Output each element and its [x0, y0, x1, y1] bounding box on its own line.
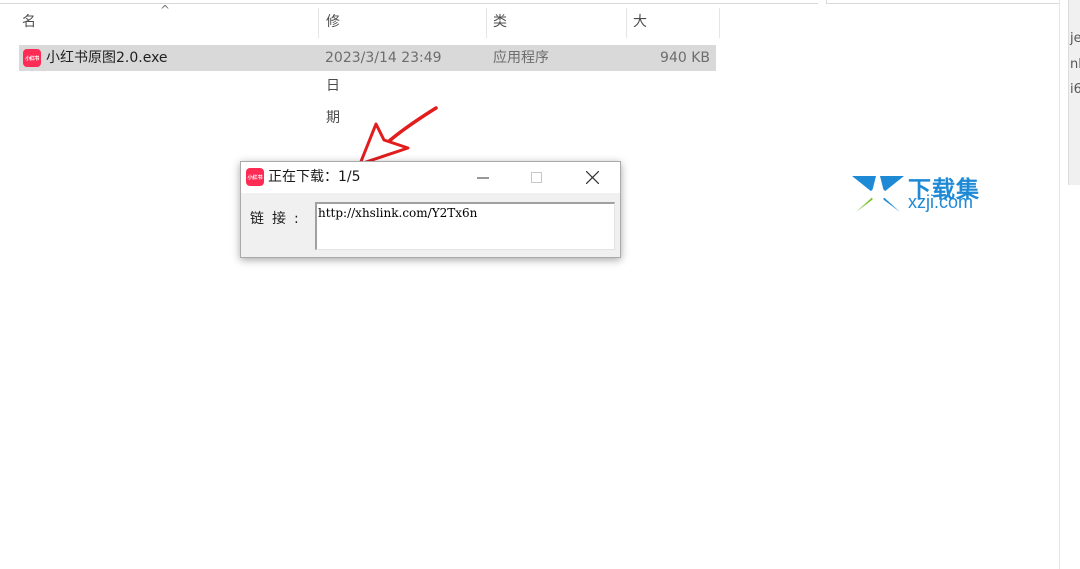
file-size: 940 KB [660, 50, 710, 66]
close-button[interactable] [569, 162, 615, 193]
sort-ascending-icon: ^ [160, 3, 171, 17]
watermark-en: xzji.com [908, 192, 974, 212]
file-row[interactable]: 小红书 小红书原图2.0.exe 2023/3/14 23:49 应用程序 94… [19, 45, 716, 71]
column-header-size[interactable]: 大小 [633, 6, 647, 62]
app-icon: 小红书 [23, 49, 41, 67]
column-header-date[interactable]: 修改日期 [326, 6, 340, 126]
close-icon [585, 171, 599, 184]
app-icon: 小红书 [246, 168, 264, 186]
pane-divider [1059, 0, 1060, 569]
link-label: 链接: [250, 211, 307, 227]
link-field[interactable]: http://xhslink.com/Y2Tx6n [315, 202, 615, 250]
xzji-logo-icon [852, 176, 904, 212]
clipped-text: je [1070, 31, 1080, 46]
column-header-name[interactable]: 名称 [22, 6, 36, 62]
maximize-button[interactable] [513, 162, 559, 193]
column-header-type[interactable]: 类型 [493, 6, 507, 62]
minimize-icon [477, 177, 489, 178]
xzji-watermark: 下载集 xzji.com [850, 170, 1000, 215]
clipped-text: nl [1070, 57, 1080, 72]
dialog-title: 正在下载：1/5 [268, 169, 361, 185]
minimize-button[interactable] [460, 162, 506, 193]
column-divider[interactable] [626, 8, 627, 38]
column-divider[interactable] [719, 8, 720, 38]
file-type: 应用程序 [493, 50, 549, 66]
download-dialog: 小红书 正在下载：1/5 链接: http://xhslink.com/Y2Tx… [240, 161, 621, 258]
column-divider[interactable] [486, 8, 487, 38]
maximize-icon [530, 172, 542, 183]
address-bar-edge [0, 0, 818, 4]
dialog-title-bar[interactable]: 小红书 正在下载：1/5 [241, 162, 620, 193]
file-date: 2023/3/14 23:49 [325, 50, 442, 66]
column-divider[interactable] [318, 8, 319, 38]
clipped-text: i6 [1070, 82, 1080, 97]
link-value: http://xhslink.com/Y2Tx6n [318, 206, 478, 220]
file-name[interactable]: 小红书原图2.0.exe [46, 45, 168, 71]
red-arrow-annotation [358, 106, 438, 166]
search-box-edge [826, 0, 1060, 4]
